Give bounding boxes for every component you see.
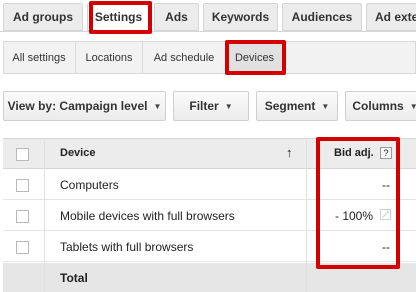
segment-dropdown[interactable]: Segment ▼: [256, 91, 338, 121]
filter-label: Filter: [189, 99, 219, 113]
row-checkbox[interactable]: [16, 241, 29, 254]
device-name: Mobile devices with full browsers: [60, 209, 235, 223]
view-by-label: View by: Campaign level: [7, 99, 148, 113]
device-column-header[interactable]: Device: [60, 147, 95, 159]
tab-keywords[interactable]: Keywords: [203, 3, 278, 31]
subtab-ad-schedule[interactable]: Ad schedule: [143, 41, 226, 74]
row-checkbox[interactable]: [16, 210, 29, 223]
caret-down-icon: ▼: [224, 101, 233, 111]
tab-audiences[interactable]: Audiences: [282, 3, 362, 31]
highlight-settings-tab: [89, 1, 152, 34]
device-name: Computers: [60, 178, 119, 192]
highlight-devices-subtab: [225, 40, 286, 75]
row-checkbox[interactable]: [16, 179, 29, 192]
segment-label: Segment: [264, 99, 316, 113]
caret-down-icon: ▼: [409, 101, 416, 111]
sort-arrow-up-icon[interactable]: ↑: [286, 145, 293, 160]
columns-label: Columns: [352, 99, 404, 113]
select-all-checkbox[interactable]: [16, 148, 29, 161]
view-by-dropdown[interactable]: View by: Campaign level ▼: [3, 91, 166, 121]
tabs-divider: [0, 31, 416, 32]
caret-down-icon: ▼: [153, 101, 162, 111]
tab-ad-extensions[interactable]: Ad exte: [366, 3, 416, 31]
columns-dropdown[interactable]: Columns ▼: [345, 91, 416, 121]
filter-dropdown[interactable]: Filter ▼: [173, 91, 249, 121]
subtab-locations[interactable]: Locations: [76, 41, 143, 74]
device-name: Tablets with full browsers: [60, 240, 194, 254]
caret-down-icon: ▼: [321, 101, 330, 111]
highlight-bid-adj-column: [316, 137, 400, 269]
tab-ads[interactable]: Ads: [154, 3, 199, 31]
column-divider: [44, 138, 45, 292]
tab-ad-groups[interactable]: Ad groups: [3, 3, 83, 31]
column-divider: [306, 138, 307, 292]
subtab-all-settings[interactable]: All settings: [3, 41, 76, 74]
total-label: Total: [60, 271, 88, 285]
